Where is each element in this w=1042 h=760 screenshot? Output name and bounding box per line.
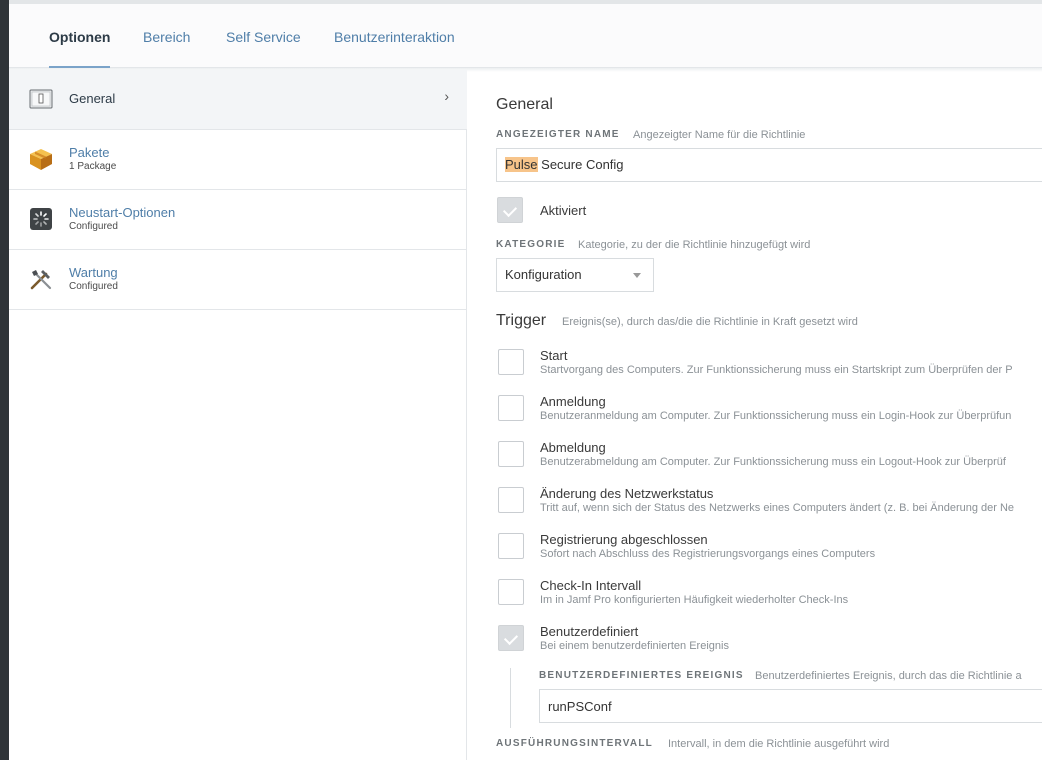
trigger-custom-checkbox[interactable] — [498, 625, 524, 651]
search-highlight: Pulse — [505, 157, 538, 172]
trigger-registrierung-desc: Sofort nach Abschluss des Registrierungs… — [540, 548, 876, 560]
tools-icon — [29, 267, 53, 291]
trigger-custom-desc: Bei einem benutzerdefinierten Ereignis — [540, 640, 729, 652]
trigger-anmeldung-checkbox[interactable] — [498, 395, 524, 421]
display-name-label: ANGEZEIGTER NAME — [496, 129, 620, 140]
trigger-netzwerkstatus-desc: Tritt auf, wenn sich der Status des Netz… — [540, 502, 1015, 514]
chevron-down-icon — [633, 273, 641, 278]
sidebar-item-pakete[interactable]: Pakete 1 Package — [9, 130, 467, 190]
chevron-right-icon: › — [444, 88, 449, 104]
main-panel: General ANGEZEIGTER NAME Angezeigter Nam… — [468, 72, 1042, 760]
enabled-checkbox[interactable] — [497, 197, 523, 223]
tab-bar: Optionen Bereich Self Service Benutzerin… — [9, 4, 1042, 68]
restart-icon — [29, 207, 53, 231]
trigger-check-in-desc: Im in Jamf Pro konfigurierten Häufigkeit… — [540, 594, 849, 606]
display-name-value: Secure Config — [537, 157, 624, 172]
trigger-check-in-title: Check-In Intervall — [540, 578, 642, 593]
trigger-custom-title: Benutzerdefiniert — [540, 624, 639, 639]
custom-event-field[interactable]: runPSConf — [539, 689, 1042, 723]
tab-optionen[interactable]: Optionen — [49, 29, 111, 68]
category-label: KATEGORIE — [496, 239, 566, 250]
sidebar-item-subtitle: Configured — [69, 221, 118, 232]
sidebar: General › Pakete 1 Package Neustart-Opti… — [9, 70, 467, 760]
check-icon — [503, 630, 519, 646]
category-select[interactable]: Konfiguration — [496, 258, 654, 292]
check-icon — [502, 202, 518, 218]
trigger-registrierung-checkbox[interactable] — [498, 533, 524, 559]
trigger-check-in-checkbox[interactable] — [498, 579, 524, 605]
sidebar-item-wartung[interactable]: Wartung Configured — [9, 250, 467, 310]
trigger-start-desc: Startvorgang des Computers. Zur Funktion… — [540, 364, 1013, 376]
sidebar-item-neustart-optionen[interactable]: Neustart-Optionen Configured — [9, 190, 467, 250]
enabled-label: Aktiviert — [540, 203, 587, 218]
sidebar-item-label: Pakete — [69, 145, 110, 160]
custom-event-value: runPSConf — [548, 699, 612, 714]
trigger-anmeldung-title: Anmeldung — [540, 394, 606, 409]
tab-benutzerinteraktion[interactable]: Benutzerinteraktion — [334, 29, 455, 68]
trigger-hint: Ereignis(se), durch das/die die Richtlin… — [562, 316, 858, 328]
section-title: General — [496, 96, 553, 113]
display-name-field[interactable]: Pulse Secure Config — [496, 148, 1042, 182]
trigger-abmeldung-checkbox[interactable] — [498, 441, 524, 467]
trigger-start-checkbox[interactable] — [498, 349, 524, 375]
custom-event-hint: Benutzerdefiniertes Ereignis, durch das … — [755, 670, 1022, 682]
tab-bereich[interactable]: Bereich — [143, 29, 190, 68]
trigger-title: Trigger — [496, 312, 547, 329]
package-icon — [29, 147, 53, 171]
nested-indicator — [510, 668, 511, 728]
frequency-hint: Intervall, in dem die Richtlinie ausgefü… — [668, 738, 890, 750]
display-name-hint: Angezeigter Name für die Richtlinie — [633, 129, 806, 141]
category-selected: Konfiguration — [505, 267, 582, 282]
trigger-abmeldung-title: Abmeldung — [540, 440, 606, 455]
trigger-start-title: Start — [540, 348, 568, 363]
sidebar-item-general[interactable]: General › — [9, 70, 467, 130]
custom-event-label: BENUTZERDEFINIERTES EREIGNIS — [539, 670, 744, 681]
sidebar-item-label: Wartung — [69, 265, 118, 280]
window-edge — [0, 0, 9, 760]
switch-icon — [29, 88, 53, 112]
frequency-label: AUSFÜHRUNGSINTERVALL — [496, 738, 653, 749]
trigger-netzwerkstatus-title: Änderung des Netzwerkstatus — [540, 486, 714, 501]
trigger-abmeldung-desc: Benutzerabmeldung am Computer. Zur Funkt… — [540, 456, 1006, 468]
sidebar-item-label: General — [69, 91, 116, 106]
trigger-registrierung-title: Registrierung abgeschlossen — [540, 532, 708, 547]
category-hint: Kategorie, zu der die Richtlinie hinzuge… — [578, 239, 811, 251]
trigger-anmeldung-desc: Benutzeranmeldung am Computer. Zur Funkt… — [540, 410, 1012, 422]
sidebar-item-subtitle: 1 Package — [69, 161, 117, 172]
sidebar-item-subtitle: Configured — [69, 281, 118, 292]
trigger-netzwerkstatus-checkbox[interactable] — [498, 487, 524, 513]
tab-self-service[interactable]: Self Service — [226, 29, 301, 68]
app-window: Optionen Bereich Self Service Benutzerin… — [0, 0, 1042, 760]
sidebar-item-label: Neustart-Optionen — [69, 205, 176, 220]
